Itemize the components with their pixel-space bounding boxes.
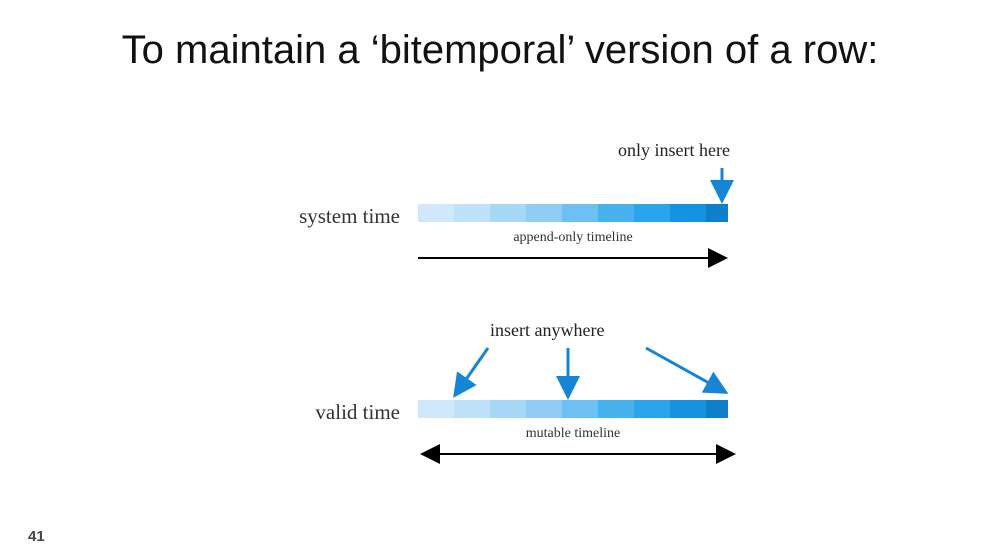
system-insert-arrow-icon <box>710 168 734 204</box>
system-time-label: system time <box>299 204 400 229</box>
valid-sub-label: mutable timeline <box>418 426 728 442</box>
page-number: 41 <box>28 528 45 545</box>
system-annotation: only insert here <box>618 140 730 161</box>
mutable-arrow-icon <box>410 444 746 464</box>
valid-annotation: insert anywhere <box>490 320 604 341</box>
slide-title: To maintain a ‘bitemporal’ version of a … <box>0 28 1000 73</box>
valid-insert-arrows-icon <box>418 344 758 400</box>
valid-time-bar <box>418 400 728 418</box>
valid-time-label: valid time <box>315 400 400 425</box>
system-time-bar <box>418 204 728 222</box>
system-sub-label: append-only timeline <box>418 230 728 246</box>
append-only-arrow-icon <box>418 248 738 268</box>
